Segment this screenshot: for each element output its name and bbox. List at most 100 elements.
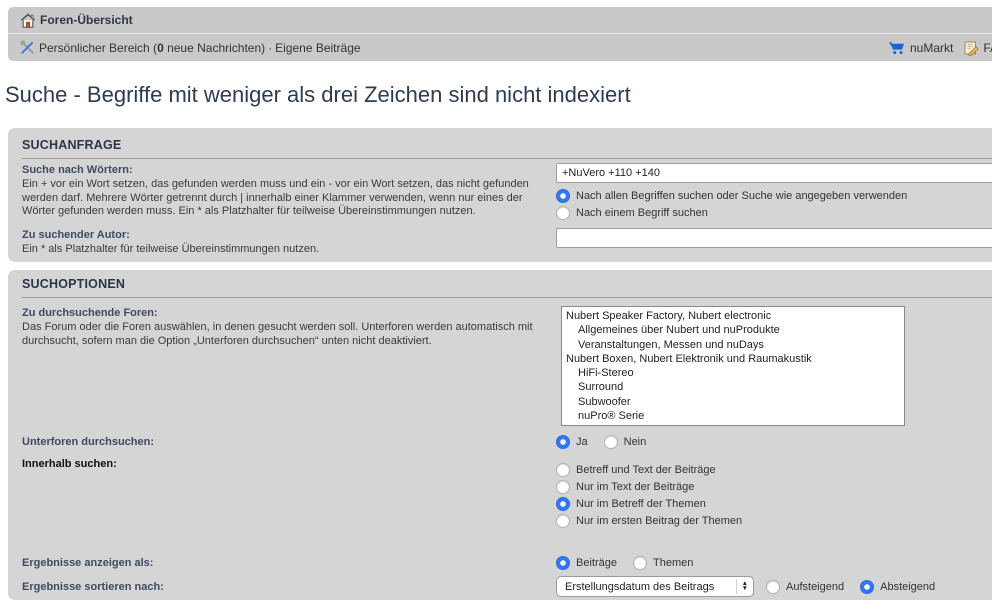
radio-option[interactable]: Nur im Text der Beiträge <box>556 480 742 494</box>
radio-option[interactable]: Nein <box>604 435 647 449</box>
breadcrumb-link-forum-overview[interactable]: Foren-Übersicht <box>40 13 133 27</box>
radio-selected-icon[interactable] <box>556 435 570 449</box>
personal-area-prefix: Persönlicher Bereich ( <box>39 41 157 55</box>
radio-selected-icon[interactable] <box>556 556 570 570</box>
user-bar: Persönlicher Bereich (0 neue Nachrichten… <box>8 33 992 61</box>
radio-option-label: Betreff und Text der Beiträge <box>576 464 716 476</box>
radio-option[interactable]: Nach allen Begriffen suchen oder Suche w… <box>556 189 992 203</box>
forum-option[interactable]: Surround <box>562 380 904 394</box>
radio-option-label: Nein <box>624 436 647 448</box>
display-as-row: Ergebnisse anzeigen als: Beiträge Themen <box>22 556 992 570</box>
search-query-panel-header: SUCHANFRAGE <box>22 136 992 159</box>
radio-option[interactable]: Nach einem Begriff suchen <box>556 206 992 220</box>
keywords-row: Suche nach Wörtern: Ein + vor ein Wort s… <box>22 163 992 220</box>
radio-option[interactable]: Nur im ersten Beitrag der Themen <box>556 514 742 528</box>
display-as-controls: Beiträge Themen <box>556 556 693 570</box>
author-input[interactable] <box>556 228 992 248</box>
radio-option-label: Themen <box>653 557 693 569</box>
display-as-labels: Ergebnisse anzeigen als: <box>22 556 556 570</box>
author-labels: Zu suchender Autor: Ein * als Platzhalte… <box>22 228 556 257</box>
faq-link[interactable]: FAQ <box>983 41 992 55</box>
forum-option[interactable]: Subwoofer <box>562 395 904 409</box>
radio-option-label: Ja <box>576 436 588 448</box>
forums-description: Das Forum oder die Foren auswählen, in d… <box>22 321 556 348</box>
radio-unselected-icon[interactable] <box>766 580 780 594</box>
radio-option[interactable]: Nur im Betreff der Themen <box>556 497 742 511</box>
forum-option[interactable]: Veranstaltungen, Messen und nuDays <box>562 338 904 352</box>
radio-option-label: Beiträge <box>576 557 617 569</box>
unread-count: 0 <box>157 41 164 55</box>
author-label: Zu suchender Autor: <box>22 228 556 242</box>
numarkt-link[interactable]: nuMarkt <box>910 41 953 55</box>
radio-option[interactable]: Themen <box>633 556 693 570</box>
personal-area-link[interactable]: Persönlicher Bereich (0 neue Nachrichten… <box>39 41 265 55</box>
radio-unselected-icon[interactable] <box>556 206 570 220</box>
forums-labels: Zu durchsuchende Foren: Das Forum oder d… <box>22 306 556 348</box>
radio-unselected-icon[interactable] <box>556 463 570 477</box>
page-title: Suche - Begriffe mit weniger als drei Ze… <box>5 82 631 108</box>
radio-selected-icon[interactable] <box>860 580 874 594</box>
author-row: Zu suchender Autor: Ein * als Platzhalte… <box>22 228 992 257</box>
radio-unselected-icon[interactable] <box>604 435 618 449</box>
radio-selected-icon[interactable] <box>556 497 570 511</box>
sort-by-controls: Erstellungsdatum des Beitrags ▲▼ Aufstei… <box>556 576 935 597</box>
radio-option-label: Nur im ersten Beitrag der Themen <box>576 515 742 527</box>
radio-option-label: Nach allen Begriffen suchen oder Suche w… <box>576 190 907 202</box>
forum-option[interactable]: Nubert Boxen, Nubert Elektronik und Raum… <box>562 352 904 366</box>
sort-by-labels: Ergebnisse sortieren nach: <box>22 580 556 594</box>
subforums-labels: Unterforen durchsuchen: <box>22 435 556 449</box>
search-query-panel: SUCHANFRAGE Suche nach Wörtern: Ein + vo… <box>8 128 992 262</box>
search-within-radio-group: Betreff und Text der Beiträge Nur im Text… <box>556 463 742 528</box>
radio-option[interactable]: Ja <box>556 435 588 449</box>
radio-unselected-icon[interactable] <box>556 514 570 528</box>
forum-option[interactable]: nuPro® Serie <box>562 409 904 423</box>
own-posts-link[interactable]: Eigene Beiträge <box>275 41 360 55</box>
search-within-controls: Betreff und Text der Beiträge Nur im Text… <box>556 457 742 528</box>
sort-by-row: Ergebnisse sortieren nach: Erstellungsda… <box>22 576 992 597</box>
faq-icon[interactable] <box>963 40 979 56</box>
radio-option[interactable]: Betreff und Text der Beiträge <box>556 463 742 477</box>
keywords-labels: Suche nach Wörtern: Ein + vor ein Wort s… <box>22 163 556 219</box>
forum-option[interactable]: Nubert Speaker Factory, Nubert electroni… <box>562 309 904 323</box>
keywords-description: Ein + vor ein Wort setzen, das gefunden … <box>22 178 556 219</box>
sort-direction-radio-group: Aufsteigend Absteigend <box>766 580 935 594</box>
radio-unselected-icon[interactable] <box>556 480 570 494</box>
forum-option[interactable]: HiFi-Stereo <box>562 366 904 380</box>
radio-option-label: Nach einem Begriff suchen <box>576 207 708 219</box>
topbar-right-links: nuMarkt FAQ <box>888 34 992 61</box>
sort-by-label: Ergebnisse sortieren nach: <box>22 580 556 594</box>
personal-area-suffix: neue Nachrichten) <box>164 41 265 55</box>
keywords-label: Suche nach Wörtern: <box>22 163 556 177</box>
select-arrows-icon: ▲▼ <box>736 579 748 594</box>
forums-controls: Nubert Speaker Factory, Nubert electroni… <box>556 306 905 426</box>
radio-option[interactable]: Beiträge <box>556 556 617 570</box>
search-options-panel: SUCHOPTIONEN Zu durchsuchende Foren: Das… <box>8 270 992 600</box>
search-within-row: Innerhalb suchen: Betreff und Text der B… <box>22 457 992 528</box>
radio-option[interactable]: Aufsteigend <box>766 580 844 594</box>
forum-select[interactable]: Nubert Speaker Factory, Nubert electroni… <box>561 306 905 426</box>
radio-option-label: Absteigend <box>880 581 935 593</box>
radio-option-label: Nur im Text der Beiträge <box>576 481 694 493</box>
radio-unselected-icon[interactable] <box>633 556 647 570</box>
radio-option-label: Aufsteigend <box>786 581 844 593</box>
subforums-radio-group: Ja Nein <box>556 435 646 449</box>
radio-option-label: Nur im Betreff der Themen <box>576 498 706 510</box>
keywords-controls: Nach allen Begriffen suchen oder Suche w… <box>556 163 992 220</box>
radio-option[interactable]: Absteigend <box>860 580 935 594</box>
subforums-label: Unterforen durchsuchen: <box>22 435 556 449</box>
display-as-label: Ergebnisse anzeigen als: <box>22 556 556 570</box>
keywords-input[interactable] <box>556 163 992 183</box>
separator-dot: · <box>268 41 272 55</box>
sort-by-select-value: Erstellungsdatum des Beitrags <box>565 581 714 593</box>
author-description: Ein * als Platzhalter für teilweise Über… <box>22 243 556 257</box>
cart-icon[interactable] <box>888 40 906 55</box>
search-within-label: Innerhalb suchen: <box>22 457 556 471</box>
radio-selected-icon[interactable] <box>556 189 570 203</box>
subforums-row: Unterforen durchsuchen: Ja Nein <box>22 435 992 449</box>
author-controls <box>556 228 992 248</box>
tools-icon <box>20 40 35 55</box>
forum-option[interactable]: Allgemeines über Nubert und nuProdukte <box>562 323 904 337</box>
subforums-controls: Ja Nein <box>556 435 646 449</box>
sort-by-select[interactable]: Erstellungsdatum des Beitrags ▲▼ <box>556 576 754 597</box>
keyword-mode-radio-group: Nach allen Begriffen suchen oder Suche w… <box>556 189 992 220</box>
